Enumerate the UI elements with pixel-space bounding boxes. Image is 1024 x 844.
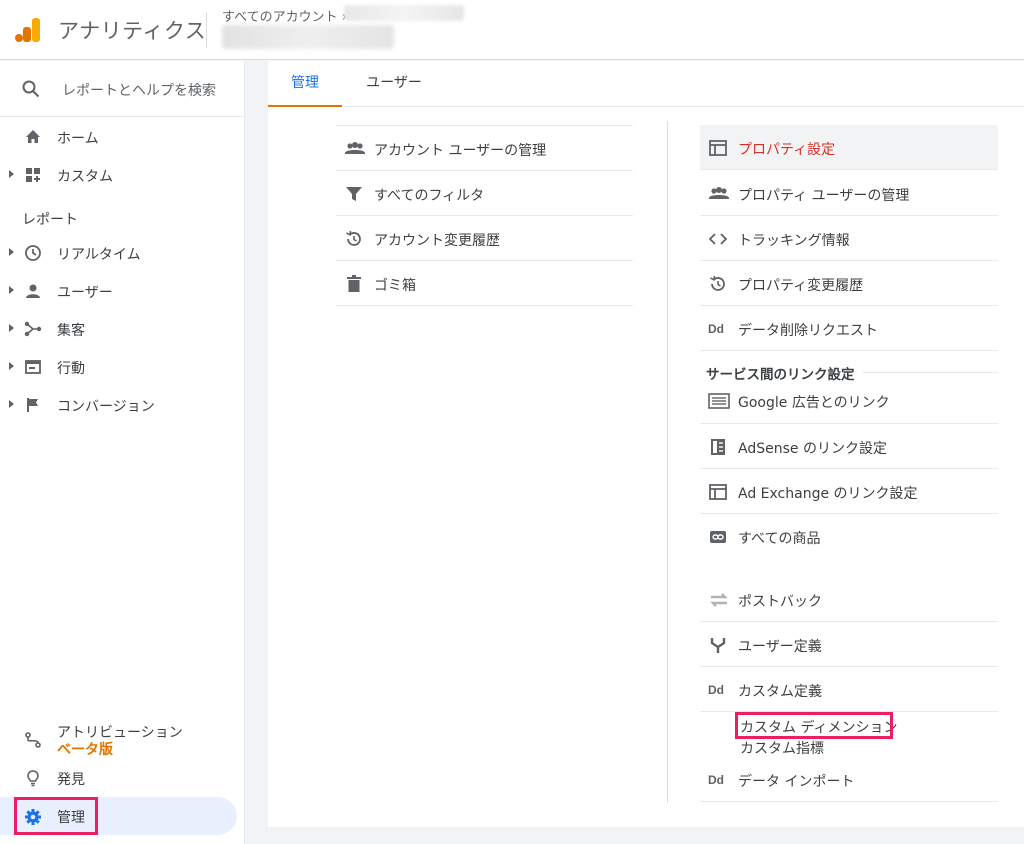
dd-icon: Dd [708, 682, 728, 702]
tab-bar: 管理 ユーザー [268, 61, 1024, 107]
sidebar-item-realtime[interactable]: リアルタイム [0, 236, 245, 270]
acquisition-icon [24, 320, 42, 338]
svg-text:Dd: Dd [708, 322, 724, 335]
dd-icon: Dd [708, 321, 728, 341]
analytics-logo-icon[interactable] [14, 16, 42, 44]
tab-admin[interactable]: 管理 [268, 61, 342, 107]
column-divider [667, 121, 668, 803]
expand-caret-icon [9, 170, 14, 178]
search-placeholder: レポートとヘルプを検索 [62, 83, 216, 99]
adsense-icon [708, 437, 728, 457]
page-footer-strip [245, 827, 1024, 844]
tracking-info-link[interactable]: トラッキング情報 [700, 216, 998, 261]
google-ads-linking-link[interactable]: Google 広告とのリンク [700, 379, 998, 424]
flag-icon [24, 396, 42, 414]
link-icon [708, 527, 728, 547]
section-underline [862, 372, 998, 373]
custom-definitions-link[interactable]: Dd カスタム定義 [700, 667, 998, 712]
highlight-box-admin [14, 797, 98, 835]
sidebar-item-acquisition[interactable]: 集客 [0, 312, 245, 346]
data-deletion-request-link[interactable]: Dd データ削除リクエスト [700, 306, 998, 351]
admin-panel: 管理 ユーザー アカウント ユーザーの管理 すべてのフィルタ アカウント変更履歴… [268, 61, 1024, 827]
all-filters-link[interactable]: すべてのフィルタ [336, 171, 633, 216]
sidebar-item-conversions[interactable]: コンバージョン [0, 388, 245, 422]
expand-caret-icon [9, 362, 14, 370]
highlight-box-custom-dimensions [735, 712, 893, 739]
expand-caret-icon [9, 248, 14, 256]
sidebar-item-home[interactable]: ホーム [0, 120, 245, 154]
svg-text:Dd: Dd [708, 773, 724, 786]
sidebar-item-custom[interactable]: カスタム [0, 158, 245, 192]
dd-icon: Dd [708, 772, 728, 792]
breadcrumb[interactable]: すべてのアカウント › [222, 6, 347, 25]
user-definitions-link[interactable]: ユーザー定義 [700, 622, 998, 667]
people-icon [344, 139, 365, 159]
tab-user[interactable]: ユーザー [352, 61, 436, 107]
header-divider [206, 12, 207, 48]
property-users-link[interactable]: プロパティ ユーザーの管理 [700, 171, 998, 216]
attribution-icon [24, 731, 42, 749]
account-change-history-link[interactable]: アカウント変更履歴 [336, 216, 633, 261]
postback-link[interactable]: ポストバック [700, 577, 998, 622]
trash-icon [344, 274, 364, 294]
behavior-icon [24, 358, 42, 376]
blurred-account-name[interactable] [344, 5, 464, 21]
lightbulb-icon [24, 769, 42, 787]
data-import-link[interactable]: Dd データ インポート [700, 757, 998, 802]
property-change-history-link[interactable]: プロパティ変更履歴 [700, 261, 998, 306]
top-header: アナリティクス すべてのアカウント › [0, 0, 1024, 60]
code-icon [708, 229, 728, 249]
sidebar-item-behavior[interactable]: 行動 [0, 350, 245, 384]
all-products-link[interactable]: すべての商品 [700, 514, 998, 560]
home-icon [24, 128, 42, 146]
property-settings-link[interactable]: プロパティ設定 [700, 125, 998, 170]
property-icon [708, 138, 728, 158]
sidebar-item-attribution[interactable]: アトリビューション ベータ版 [0, 721, 245, 759]
account-users-link[interactable]: アカウント ユーザーの管理 [336, 126, 633, 171]
people-icon [708, 184, 729, 204]
svg-text:Dd: Dd [708, 683, 724, 696]
clock-icon [24, 244, 42, 262]
adexchange-icon [708, 482, 728, 502]
expand-caret-icon [9, 400, 14, 408]
custom-metrics-link[interactable]: カスタム指標 [740, 738, 824, 758]
reports-section-title: レポート [22, 212, 78, 228]
app-title: アナリティクス [58, 19, 207, 43]
dashboard-icon [24, 166, 42, 184]
history-icon [708, 274, 728, 294]
sidebar: レポートとヘルプを検索 ホーム カスタム レポート リアルタイム ユーザー 集客 [0, 61, 245, 844]
expand-caret-icon [9, 286, 14, 294]
history-icon [344, 229, 364, 249]
filter-icon [344, 184, 364, 204]
blurred-view-name[interactable] [222, 25, 394, 49]
postback-icon [708, 590, 728, 610]
trash-link[interactable]: ゴミ箱 [336, 261, 633, 306]
sidebar-item-discover[interactable]: 発見 [0, 761, 245, 795]
sidebar-search[interactable]: レポートとヘルプを検索 [0, 61, 245, 117]
expand-caret-icon [9, 324, 14, 332]
google-ads-icon [708, 391, 730, 411]
fork-icon [708, 635, 728, 655]
adsense-linking-link[interactable]: AdSense のリンク設定 [700, 424, 998, 469]
search-icon [22, 80, 40, 98]
person-icon [24, 282, 42, 300]
sidebar-item-users[interactable]: ユーザー [0, 274, 245, 308]
beta-badge: ベータ版 [57, 742, 113, 758]
ad-exchange-linking-link[interactable]: Ad Exchange のリンク設定 [700, 469, 998, 514]
